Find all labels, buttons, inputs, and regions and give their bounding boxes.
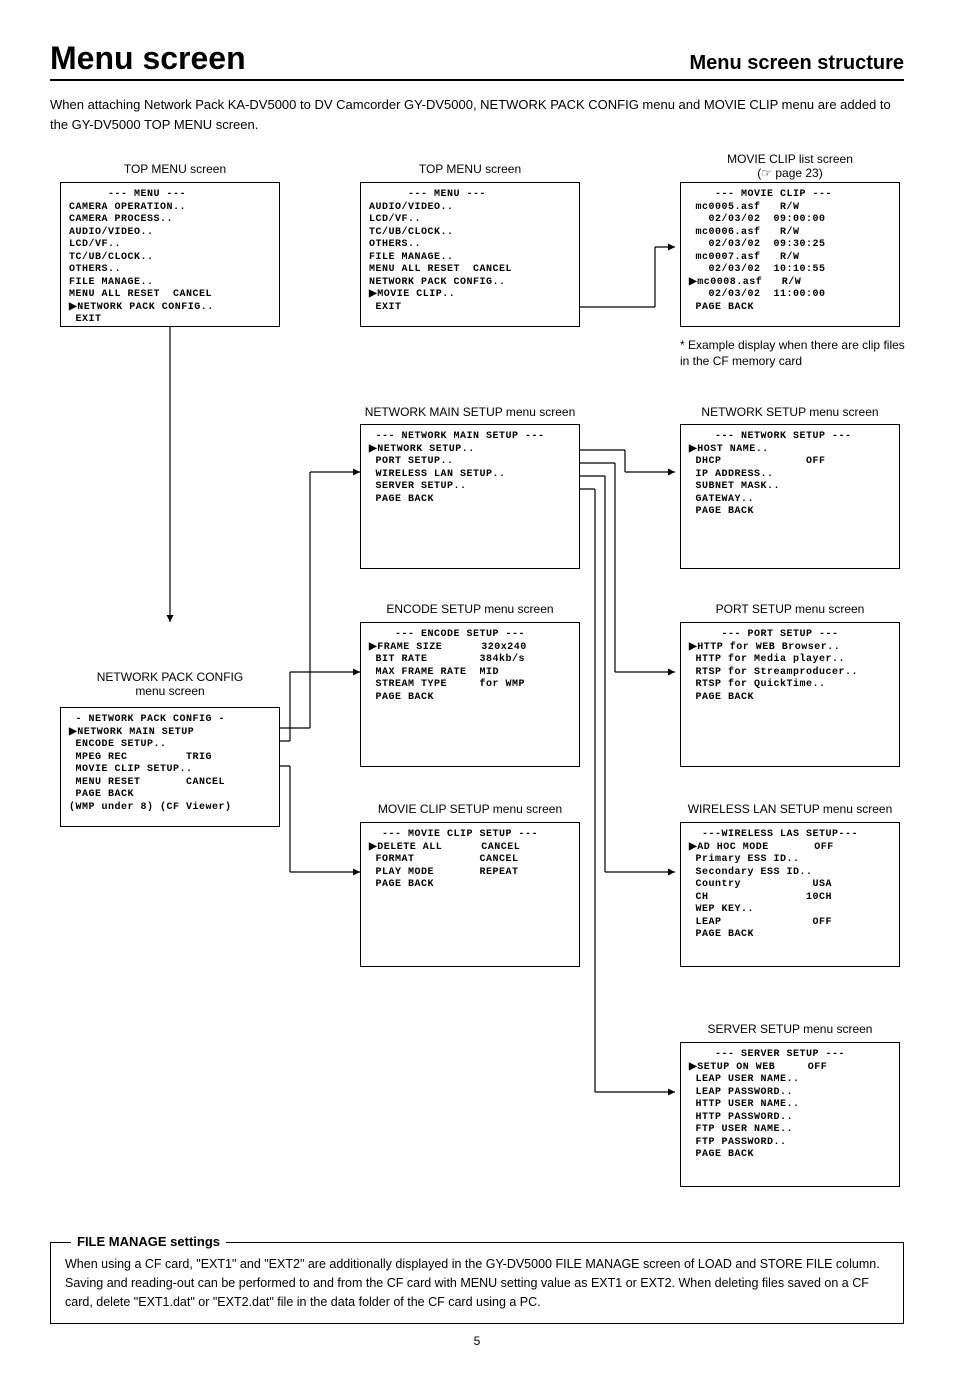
label-port-setup: PORT SETUP menu screen [680,602,900,616]
box-movie-clip-setup: --- MOVIE CLIP SETUP --- ▶DELETE ALL CAN… [360,822,580,967]
label-network-pack-config: NETWORK PACK CONFIG menu screen [70,670,270,698]
box-server-setup: --- SERVER SETUP --- ▶SETUP ON WEB OFF L… [680,1042,900,1187]
label-network-main-setup: NETWORK MAIN SETUP menu screen [360,405,580,419]
label-npc-line-1: NETWORK PACK CONFIG [97,670,243,684]
file-manage-settings-body: When using a CF card, "EXT1" and "EXT2" … [65,1255,889,1311]
menu-structure-diagram: TOP MENU screen TOP MENU screen MOVIE CL… [50,152,910,1232]
page-number: 5 [50,1334,904,1348]
box-network-setup: --- NETWORK SETUP --- ▶HOST NAME.. DHCP … [680,424,900,569]
page-title: Menu screen [50,40,246,77]
box-wireless-lan-setup: ---WIRELESS LAS SETUP--- ▶AD HOC MODE OF… [680,822,900,967]
label-movie-clip-list-text: MOVIE CLIP list screen [727,152,853,166]
label-server-setup: SERVER SETUP menu screen [680,1022,900,1036]
box-top-menu-1: --- MENU --- CAMERA OPERATION.. CAMERA P… [60,182,280,327]
page-subtitle: Menu screen structure [689,52,904,75]
file-manage-settings-box: FILE MANAGE settings When using a CF car… [50,1242,904,1324]
label-movie-clip-list-ref: (☞ page 23) [757,166,822,180]
label-movie-clip-setup: MOVIE CLIP SETUP menu screen [350,802,590,816]
box-port-setup: --- PORT SETUP --- ▶HTTP for WEB Browser… [680,622,900,767]
label-network-setup: NETWORK SETUP menu screen [680,405,900,419]
box-network-pack-config: - NETWORK PACK CONFIG - ▶NETWORK MAIN SE… [60,707,280,827]
label-top-menu-1: TOP MENU screen [110,162,240,176]
header-bar: Menu screen Menu screen structure [50,40,904,81]
movie-clip-note: * Example display when there are clip fi… [680,337,910,369]
box-movie-clip-list: --- MOVIE CLIP --- mc0005.asf R/W 02/03/… [680,182,900,327]
box-top-menu-2: --- MENU --- AUDIO/VIDEO.. LCD/VF.. TC/U… [360,182,580,327]
label-wireless-lan-setup: WIRELESS LAN SETUP menu screen [665,802,915,816]
file-manage-settings-title: FILE MANAGE settings [71,1234,226,1249]
label-npc-line-2: menu screen [135,684,204,698]
label-top-menu-2: TOP MENU screen [405,162,535,176]
label-encode-setup: ENCODE SETUP menu screen [360,602,580,616]
box-encode-setup: --- ENCODE SETUP --- ▶FRAME SIZE 320x240… [360,622,580,767]
intro-text: When attaching Network Pack KA-DV5000 to… [50,95,904,134]
label-movie-clip-list: MOVIE CLIP list screen (☞ page 23) [690,152,890,180]
box-network-main-setup: --- NETWORK MAIN SETUP --- ▶NETWORK SETU… [360,424,580,569]
